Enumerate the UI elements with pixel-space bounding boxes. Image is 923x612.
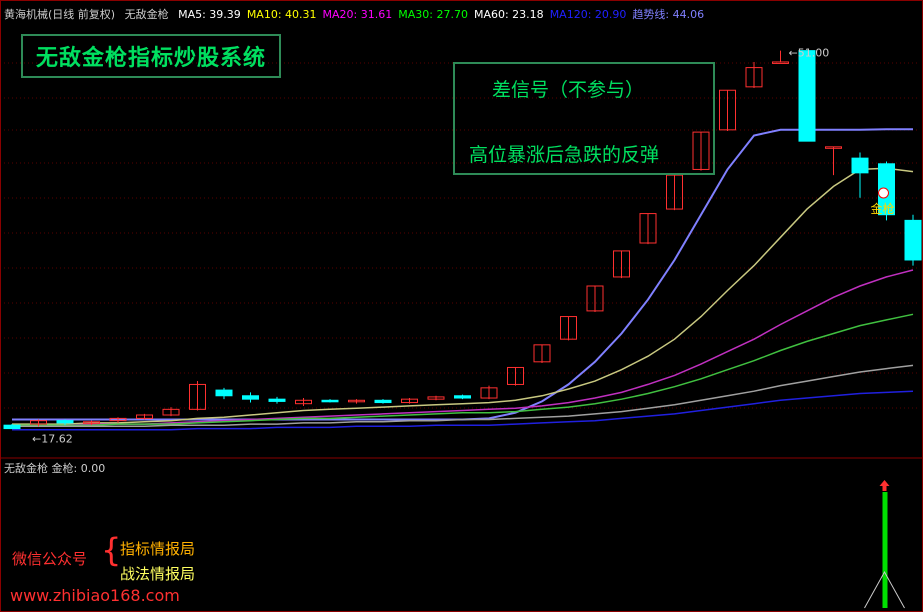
account-2: 战法情报局 xyxy=(120,565,196,583)
note-line-2: 高位暴涨后急跌的反弹 xyxy=(469,144,660,166)
ma-value-5: MA120: 20.90 xyxy=(549,8,627,21)
ma-value-1: MA10: 40.31 xyxy=(246,8,317,21)
account-1: 指标情报局 xyxy=(120,540,196,558)
note-line-1: 差信号（不参与） xyxy=(492,79,645,101)
banner-title: 无敌金枪指标炒股系统 xyxy=(21,34,281,78)
ma-value-6: 趋势线: 44.06 xyxy=(632,8,705,21)
note-box: 差信号（不参与） 高位暴涨后急跌的反弹 xyxy=(453,62,715,175)
ma-value-3: MA30: 27.70 xyxy=(398,8,468,21)
wechat-label: 微信公众号 xyxy=(12,550,88,568)
ma-value-0: MA5: 39.39 xyxy=(178,8,241,21)
site-url: www.zhibiao168.com xyxy=(10,586,180,605)
ma-values: MA5: 39.39 MA10: 40.31 MA20: 31.61 MA30: 27… xyxy=(178,8,710,21)
stock-name: 黄海机械(日线 前复权) xyxy=(4,8,116,21)
ma-value-4: MA60: 23.18 xyxy=(473,8,544,21)
ma-value-2: MA20: 31.61 xyxy=(322,8,393,21)
indicator-name: 无敌金枪 xyxy=(124,8,169,21)
brace-icon: { xyxy=(101,531,122,569)
sub-panel-title: 无敌金枪 金枪: 0.00 xyxy=(4,462,106,475)
indicator-header: 黄海机械(日线 前复权) 无敌金枪 MA5: 39.39 MA10: 40.31 M… xyxy=(4,6,716,22)
